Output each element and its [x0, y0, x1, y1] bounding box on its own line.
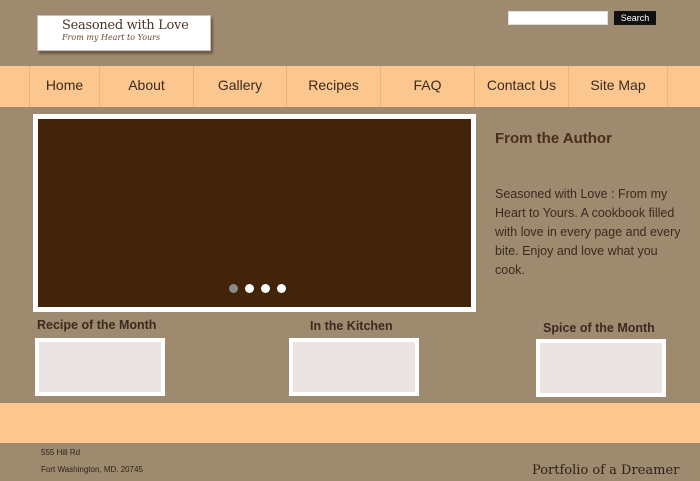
- author-text: Seasoned with Love : From my Heart to Yo…: [495, 187, 681, 277]
- in-the-kitchen-image[interactable]: [289, 338, 419, 396]
- slide-image: [38, 119, 471, 307]
- search-input[interactable]: [508, 11, 608, 25]
- slide-dot[interactable]: [261, 284, 270, 293]
- footer-band: [0, 403, 700, 443]
- nav-item-gallery[interactable]: Gallery: [193, 66, 286, 107]
- hero-slideshow[interactable]: [33, 114, 476, 312]
- nav-item-home[interactable]: Home: [29, 66, 99, 107]
- slide-indicators: [229, 284, 286, 293]
- in-the-kitchen-heading: In the Kitchen: [310, 319, 393, 333]
- logo-title: Seasoned with Love: [62, 18, 189, 33]
- nav-item-recipes[interactable]: Recipes: [286, 66, 380, 107]
- address-line-1: 555 Hill Rd: [41, 448, 81, 457]
- recipe-of-month-heading: Recipe of the Month: [37, 318, 157, 332]
- nav-item-about[interactable]: About: [99, 66, 193, 107]
- site-logo[interactable]: Seasoned with Love From my Heart to Your…: [37, 15, 211, 51]
- nav-item-faq[interactable]: FAQ: [380, 66, 474, 107]
- slide-dot[interactable]: [245, 284, 254, 293]
- slide-dot[interactable]: [229, 284, 238, 293]
- logo-subtitle: From my Heart to Yours: [62, 33, 161, 42]
- search-button[interactable]: Search: [614, 11, 656, 25]
- slide-dot[interactable]: [277, 284, 286, 293]
- nav-item-contact-us[interactable]: Contact Us: [474, 66, 568, 107]
- nav-item-site-map[interactable]: Site Map: [568, 66, 668, 107]
- main-nav: Home About Gallery Recipes FAQ Contact U…: [0, 66, 700, 107]
- spice-of-month-heading: Spice of the Month: [543, 321, 655, 335]
- recipe-of-month-image[interactable]: [35, 338, 165, 396]
- address-line-2: Fort Washington, MD. 20745: [41, 465, 143, 474]
- spice-of-month-image[interactable]: [536, 339, 666, 397]
- portfolio-link[interactable]: Portfolio of a Dreamer: [532, 463, 679, 478]
- author-heading: From the Author: [495, 130, 612, 147]
